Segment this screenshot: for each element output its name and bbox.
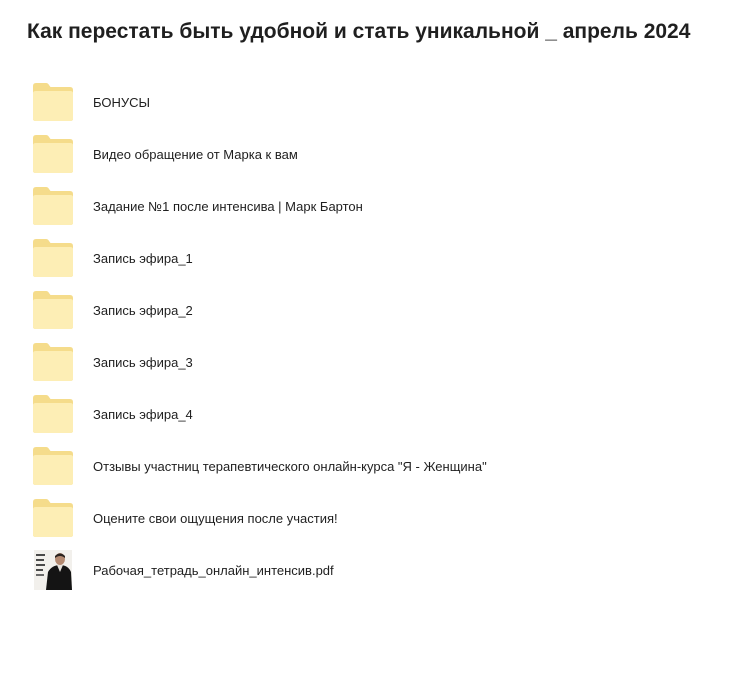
- folder-icon: [32, 81, 74, 123]
- list-item-folder-stream3[interactable]: Запись эфира_3: [32, 336, 722, 388]
- list-item-folder-stream2[interactable]: Запись эфира_2: [32, 284, 722, 336]
- pdf-thumbnail: [32, 549, 74, 591]
- folder-icon: [32, 133, 74, 175]
- item-name: Отзывы участниц терапевтического онлайн-…: [93, 458, 487, 474]
- folder-icon: [32, 341, 74, 383]
- list-item-folder-video[interactable]: Видео обращение от Марка к вам: [32, 128, 722, 180]
- list-item-folder-stream4[interactable]: Запись эфира_4: [32, 388, 722, 440]
- folder-icon: [32, 445, 74, 487]
- folder-icon: [32, 237, 74, 279]
- item-name: Запись эфира_1: [93, 250, 193, 266]
- item-name: Запись эфира_2: [93, 302, 193, 318]
- file-list: БОНУСЫ Видео обращение от Марка к вам За…: [32, 76, 722, 596]
- item-name: Оцените свои ощущения после участия!: [93, 510, 338, 526]
- list-item-folder-bonuses[interactable]: БОНУСЫ: [32, 76, 722, 128]
- item-name: Рабочая_тетрадь_онлайн_интенсив.pdf: [93, 562, 334, 578]
- folder-icon: [32, 185, 74, 227]
- item-name: Запись эфира_3: [93, 354, 193, 370]
- folder-icon: [32, 497, 74, 539]
- list-item-folder-feedback[interactable]: Оцените свои ощущения после участия!: [32, 492, 722, 544]
- item-name: Задание №1 после интенсива | Марк Бартон: [93, 198, 363, 214]
- list-item-folder-reviews[interactable]: Отзывы участниц терапевтического онлайн-…: [32, 440, 722, 492]
- file-listing-page: Как перестать быть удобной и стать уника…: [0, 0, 755, 678]
- list-item-folder-stream1[interactable]: Запись эфира_1: [32, 232, 722, 284]
- item-name: Запись эфира_4: [93, 406, 193, 422]
- item-name: Видео обращение от Марка к вам: [93, 146, 298, 162]
- list-item-folder-task1[interactable]: Задание №1 после интенсива | Марк Бартон: [32, 180, 722, 232]
- folder-icon: [32, 393, 74, 435]
- item-name: БОНУСЫ: [93, 94, 151, 110]
- pdf-cover-image: [34, 550, 72, 590]
- folder-icon: [32, 289, 74, 331]
- page-title: Как перестать быть удобной и стать уника…: [27, 20, 691, 43]
- list-item-pdf-workbook[interactable]: Рабочая_тетрадь_онлайн_интенсив.pdf: [32, 544, 722, 596]
